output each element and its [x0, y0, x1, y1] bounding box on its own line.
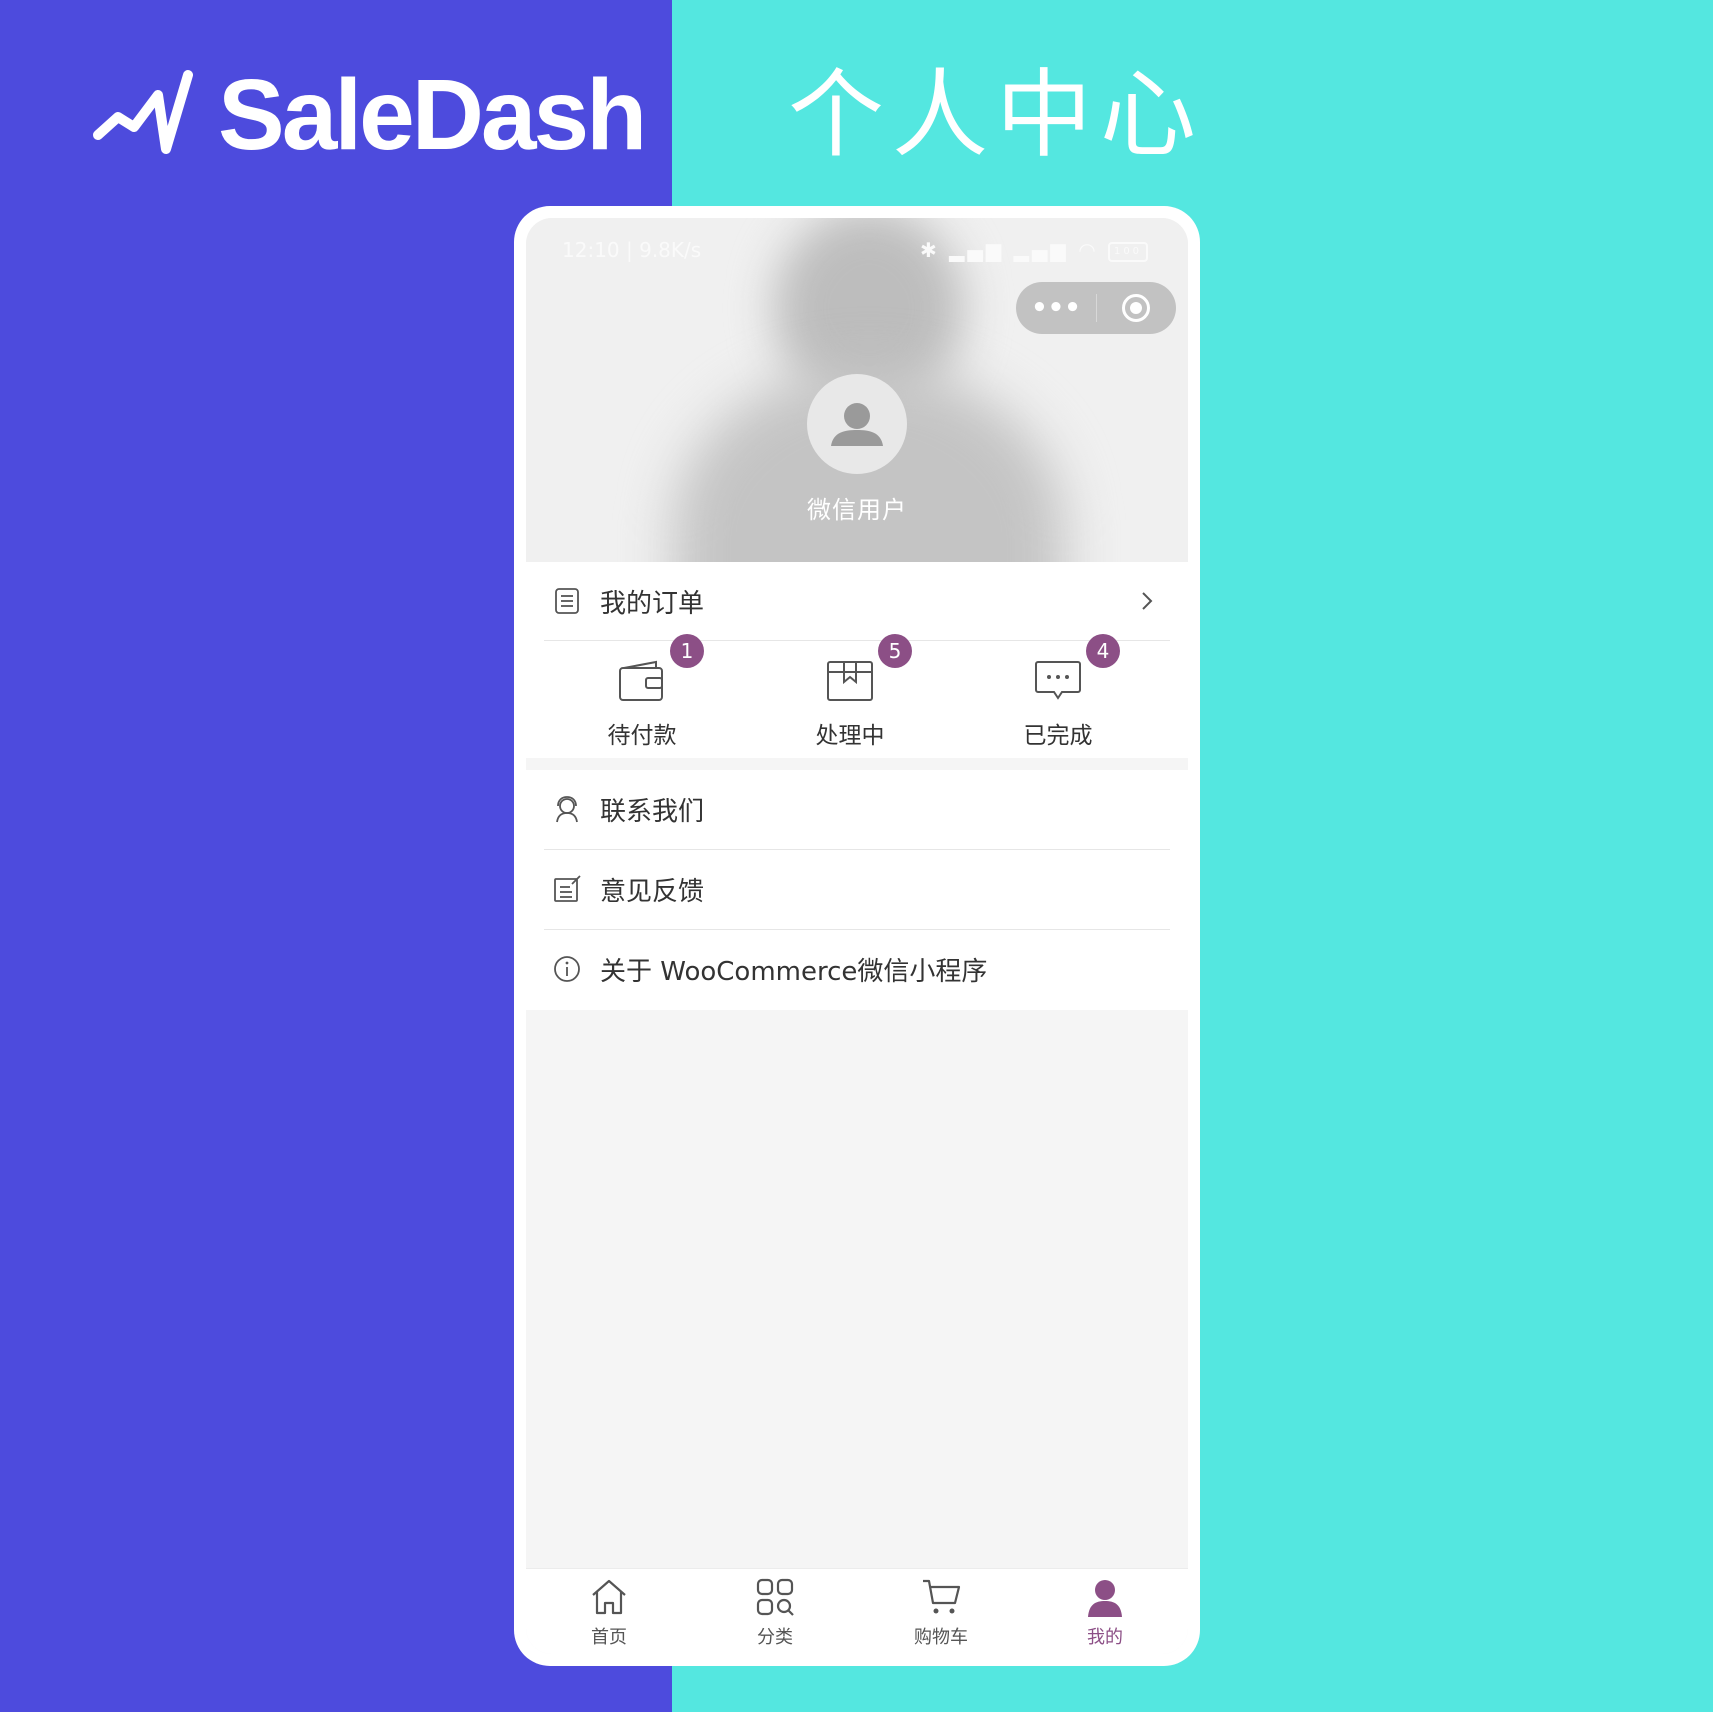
signal-icon-2: ▂▄▆ — [1013, 238, 1069, 262]
tab-bar: 首页 分类 购物车 我的 — [526, 1568, 1188, 1654]
feedback-icon — [554, 875, 581, 902]
brand-logo: SaleDash — [92, 59, 647, 171]
my-orders-label: 我的订单 — [600, 588, 705, 619]
message-icon — [1035, 661, 1081, 700]
pending-payment-button[interactable]: 1 待付款 — [572, 634, 712, 758]
pending-payment-label: 待付款 — [607, 723, 677, 749]
username: 微信用户 — [807, 496, 907, 524]
tab-category[interactable]: 分类 — [692, 1569, 858, 1654]
tab-home-label: 首页 — [591, 1627, 627, 1648]
signal-icon: ▂▄▆ — [949, 238, 1005, 262]
mini-program-capsule: ••• — [1016, 282, 1176, 334]
completed-badge: 4 — [1086, 634, 1120, 668]
tab-profile-label: 我的 — [1087, 1627, 1123, 1648]
feedback-label: 意见反馈 — [600, 876, 705, 907]
processing-badge: 5 — [878, 634, 912, 668]
about-row[interactable]: 关于 WooCommerce微信小程序 — [526, 930, 1188, 1008]
orders-card: 我的订单 1 待付款 5 处理中 4 已完成 — [526, 562, 1188, 758]
trend-line-icon — [93, 70, 193, 154]
processing-label: 处理中 — [815, 723, 885, 749]
capsule-divider — [1096, 294, 1097, 322]
more-button[interactable]: ••• — [1016, 282, 1096, 334]
order-list-icon — [555, 588, 579, 614]
wifi-icon: ◠ — [1078, 238, 1099, 262]
tab-category-label: 分类 — [757, 1627, 793, 1648]
brand-name: SaleDash — [218, 59, 647, 171]
battery-icon: 100 — [1108, 241, 1148, 262]
close-mini-program-button[interactable] — [1122, 294, 1150, 322]
tab-cart[interactable]: 购物车 — [858, 1569, 1024, 1654]
completed-button[interactable]: 4 已完成 — [988, 634, 1128, 758]
feedback-row[interactable]: 意见反馈 — [526, 850, 1188, 928]
contact-us-row[interactable]: 联系我们 — [526, 770, 1188, 848]
package-icon — [827, 661, 873, 701]
menu-card: 联系我们 意见反馈 关于 WooCommerce微信小程序 — [526, 770, 1188, 1010]
processing-button[interactable]: 5 处理中 — [780, 634, 920, 758]
status-icons: ✱ ▂▄▆ ▂▄▆ ◠ 100 — [920, 238, 1148, 262]
phone-screen: 12:10 | 9.8K/s ✱ ▂▄▆ ▂▄▆ ◠ 100 ••• 微信用户 … — [526, 218, 1188, 1654]
customer-service-icon — [556, 796, 578, 823]
category-icon — [756, 1578, 794, 1616]
info-icon — [554, 956, 580, 982]
tab-profile[interactable]: 我的 — [1022, 1569, 1188, 1654]
profile-icon — [1088, 1580, 1122, 1617]
user-avatar-icon[interactable] — [807, 374, 907, 474]
wallet-icon — [619, 660, 663, 701]
bluetooth-icon: ✱ — [920, 238, 940, 262]
pending-payment-badge: 1 — [670, 634, 704, 668]
phone-frame: 12:10 | 9.8K/s ✱ ▂▄▆ ▂▄▆ ◠ 100 ••• 微信用户 … — [514, 206, 1200, 1666]
page-heading: 个人中心 — [788, 59, 1204, 171]
home-icon — [592, 1579, 626, 1615]
cart-icon — [923, 1579, 961, 1614]
completed-label: 已完成 — [1023, 723, 1093, 749]
tab-home[interactable]: 首页 — [526, 1569, 692, 1654]
profile-header: 12:10 | 9.8K/s ✱ ▂▄▆ ▂▄▆ ◠ 100 ••• 微信用户 — [526, 218, 1188, 562]
tab-cart-label: 购物车 — [914, 1627, 968, 1648]
about-label: 关于 WooCommerce微信小程序 — [600, 956, 988, 987]
status-bar: 12:10 | 9.8K/s ✱ ▂▄▆ ▂▄▆ ◠ 100 — [526, 236, 1188, 266]
avatar-silhouette — [831, 403, 883, 446]
contact-us-label: 联系我们 — [600, 796, 705, 827]
my-orders-row[interactable]: 我的订单 — [526, 562, 1188, 640]
status-time: 12:10 | 9.8K/s — [562, 238, 702, 262]
chevron-right-icon — [1142, 592, 1153, 610]
